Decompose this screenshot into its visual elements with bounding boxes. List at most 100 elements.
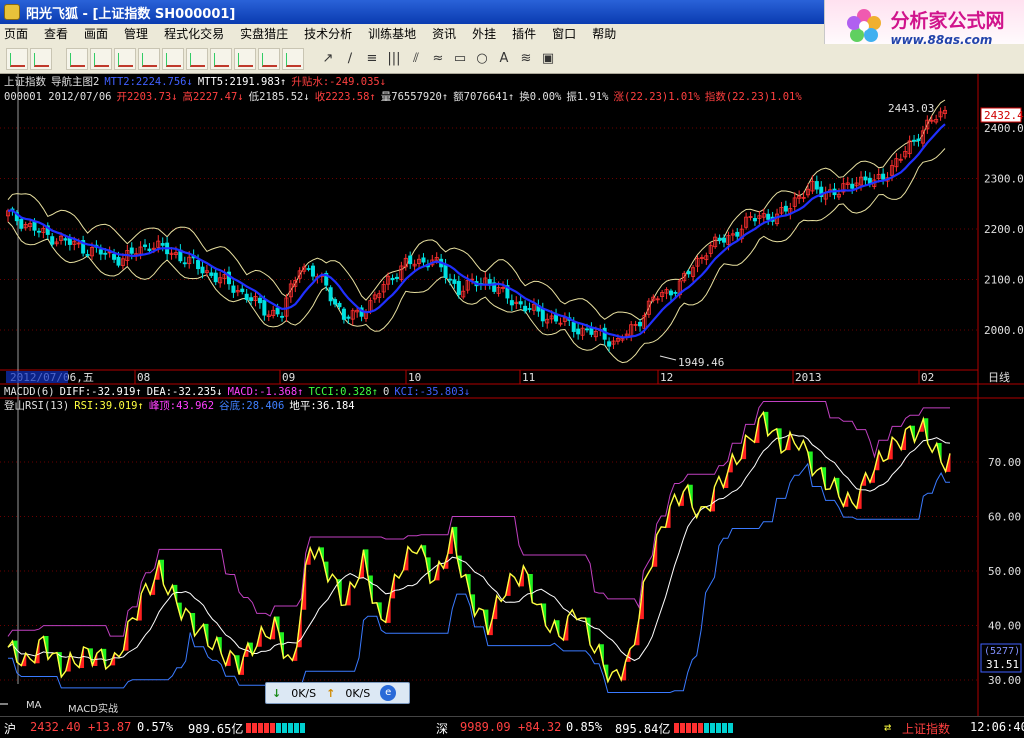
period-label: 日线	[988, 370, 1010, 384]
toolbar-chart-button[interactable]	[66, 47, 88, 70]
candle-body	[196, 260, 201, 270]
candle-body	[863, 176, 868, 181]
candle-body	[443, 263, 448, 279]
menu-item-7[interactable]: 训练基地	[360, 24, 424, 44]
info-item: 涨(22.23)1.01%	[613, 91, 700, 103]
info-item: 登山RSI(13)	[4, 400, 70, 412]
toolbar-chart-button[interactable]	[210, 47, 232, 70]
candle-body	[112, 253, 117, 260]
toolbar-chart-button[interactable]	[30, 47, 52, 70]
candle-body	[85, 254, 90, 256]
indicator-axis-tick: 30.00	[988, 674, 1021, 687]
candle-body	[244, 293, 249, 300]
drawing-tool-icon[interactable]: ≡	[362, 48, 382, 70]
indicator-axis-tick: 70.00	[988, 456, 1021, 469]
sz-label: 深	[436, 722, 449, 736]
chart-area: 2400.00 2300.00 2200.00 2100.00 2000.00 70.00…	[0, 74, 1024, 716]
status-stock-name: 上证指数	[902, 722, 951, 736]
menu-item-1[interactable]: 查看	[36, 24, 76, 44]
menu-item-6[interactable]: 技术分析	[296, 24, 360, 44]
high-price-label: 2443.03	[888, 102, 934, 115]
menu-item-11[interactable]: 窗口	[544, 24, 584, 44]
browser-icon[interactable]: e	[380, 685, 397, 701]
price-axis-tick: 2400.00	[984, 122, 1024, 135]
menu-item-10[interactable]: 插件	[504, 24, 544, 44]
candle-body	[456, 280, 461, 295]
candle-body	[116, 256, 121, 266]
price-indicator-line: 上证指数 导航主图2 MTT2:2224.756↓ MTT5:2191.983↑ 升贴水…	[4, 76, 391, 89]
info-item: MTT2:2224.756↓	[104, 76, 193, 88]
date-axis-label: 12	[660, 371, 673, 384]
drawing-tool-icon[interactable]: ≋	[516, 48, 536, 70]
info-item: 上证指数	[4, 76, 46, 88]
drawing-tool-icon[interactable]: ▭	[450, 48, 470, 70]
candle-body	[717, 237, 722, 241]
toolbar-chart-button[interactable]	[90, 47, 112, 70]
menu-item-3[interactable]: 管理	[116, 24, 156, 44]
candle-body	[509, 300, 514, 306]
drawing-tool-icon[interactable]: ∕	[340, 48, 360, 70]
tab-macd[interactable]: MACD实战	[68, 700, 118, 715]
candle-body	[36, 230, 41, 233]
info-item: 开2203.73↓	[116, 91, 178, 103]
candle-body	[540, 308, 545, 322]
menu-item-9[interactable]: 外挂	[464, 24, 504, 44]
menu-item-12[interactable]: 帮助	[584, 24, 624, 44]
menu-bar: 页面 查看 画面 管理 程式化交易 实盘猎庄 技术分析 训练基地 资讯 外挂 插件 窗口 帮助	[0, 24, 824, 44]
candle-body	[607, 341, 612, 347]
candle-body	[814, 181, 819, 190]
drawing-tool-icon[interactable]: ↗	[318, 48, 338, 70]
toolbar-chart-button[interactable]	[282, 47, 304, 70]
candle-body	[686, 271, 691, 275]
toolbar-chart-button[interactable]	[114, 47, 136, 70]
tab-ma[interactable]: MA	[26, 700, 41, 711]
toolbar-chart-button[interactable]	[162, 47, 184, 70]
candle-body	[527, 308, 532, 310]
candle-body	[752, 218, 757, 222]
drawing-tool-icon[interactable]: A	[494, 48, 514, 70]
candle-body	[50, 236, 55, 245]
menu-item-0[interactable]: 页面	[0, 24, 36, 44]
price-axis-tick: 2000.00	[984, 324, 1024, 337]
indicator-box-top: (5277)	[984, 646, 1020, 657]
candle-body	[310, 265, 315, 277]
drawing-tool-icon[interactable]: ≈	[428, 48, 448, 70]
toolbar-chart-button[interactable]	[6, 47, 28, 70]
sh-price: 2432.40	[30, 720, 81, 734]
drawing-tool-icon[interactable]: ⫽	[406, 48, 426, 70]
candle-body	[912, 139, 917, 142]
drawing-tool-icon[interactable]: ▣	[538, 48, 558, 70]
toolbar-chart-button[interactable]	[186, 47, 208, 70]
toolbar-chart-button[interactable]	[258, 47, 280, 70]
candle-body	[306, 268, 311, 270]
menu-item-4[interactable]: 程式化交易	[156, 24, 232, 44]
indicator-axis-tick: 60.00	[988, 511, 1021, 524]
info-item: 指数(22.23)1.01%	[704, 91, 802, 103]
download-arrow-icon: ↓	[272, 686, 282, 700]
toolbar-chart-button[interactable]	[138, 47, 160, 70]
candle-body	[452, 279, 457, 284]
menu-item-5[interactable]: 实盘猎庄	[232, 24, 296, 44]
toolbar-chart-button[interactable]	[234, 47, 256, 70]
sh-amount: 989.65亿	[188, 722, 244, 736]
menu-item-2[interactable]: 画面	[76, 24, 116, 44]
sh-label: 沪	[4, 722, 17, 736]
trough-line	[8, 462, 950, 693]
candle-body	[668, 290, 673, 296]
candle-body	[67, 237, 72, 245]
info-item: MACDD(6)	[4, 386, 55, 398]
status-bar: 沪 2432.40 +13.87 0.57% 989.65亿 深 9989.09…	[0, 716, 1024, 738]
info-item: 高2227.47↓	[182, 91, 244, 103]
drawing-tool-icon[interactable]: ○	[472, 48, 492, 70]
info-item: 谷底:28.406	[219, 400, 285, 412]
menu-item-8[interactable]: 资讯	[424, 24, 464, 44]
candle-body	[249, 297, 254, 302]
candle-body	[881, 173, 886, 180]
info-item: DIFF:-32.919↑	[59, 386, 142, 398]
info-item: 低2185.52↓	[248, 91, 310, 103]
drawing-tool-icon[interactable]: |||	[384, 48, 404, 70]
scroll-icon[interactable]: ⇄	[884, 720, 891, 734]
candle-body	[518, 301, 523, 305]
low-price-label: 1949.46	[678, 356, 724, 369]
info-item: RSI:39.019↑	[74, 400, 144, 412]
